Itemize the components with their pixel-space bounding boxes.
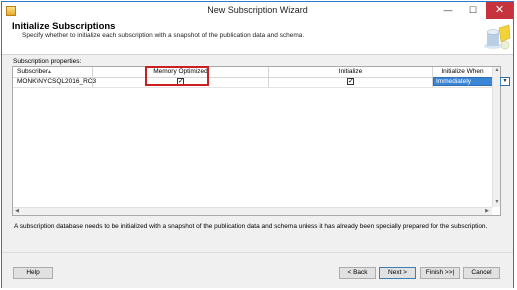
wizard-header: Initialize Subscriptions Specify whether… (2, 20, 513, 55)
scroll-right-icon[interactable]: ▶ (483, 208, 491, 215)
memory-optimized-cell: ✓ (93, 77, 269, 87)
wizard-footer: Help < Back Next > Finish >>| Cancel (2, 252, 513, 288)
table-row: MONK\NYCSQL2016_RC3 ✓ ✓ Immediately ▼ (13, 77, 510, 88)
maximize-button[interactable]: ☐ (461, 2, 485, 19)
page-title: Initialize Subscriptions (12, 21, 116, 32)
title-bar: New Subscription Wizard — ☐ ✕ (2, 2, 513, 20)
subscription-properties-label: Subscription properties: (13, 58, 82, 65)
column-header-initialize-when[interactable]: Initialize When (433, 67, 492, 77)
wizard-window: New Subscription Wizard — ☐ ✕ Initialize… (1, 1, 514, 288)
next-button[interactable]: Next > (379, 267, 416, 279)
chevron-down-icon[interactable]: ▼ (501, 78, 509, 85)
scroll-up-icon[interactable]: ▲ (493, 67, 501, 73)
back-button[interactable]: < Back (339, 267, 376, 279)
vertical-scrollbar[interactable]: ▲ ▼ (492, 67, 500, 207)
close-button[interactable]: ✕ (486, 2, 513, 19)
horizontal-scrollbar[interactable]: ◀ ▶ (13, 207, 492, 215)
column-header-memory-optimized[interactable]: Memory Optimized (93, 67, 269, 77)
help-button[interactable]: Help (13, 267, 53, 279)
initialization-note: A subscription database needs to be init… (14, 223, 488, 230)
scroll-left-icon[interactable]: ◀ (13, 208, 21, 215)
scroll-down-icon[interactable]: ▼ (493, 199, 501, 205)
checkmark-icon: ✓ (178, 78, 184, 85)
checkmark-icon: ✓ (348, 78, 354, 85)
subscriber-cell: MONK\NYCSQL2016_RC3 (13, 77, 96, 87)
database-wizard-graphic (484, 24, 511, 50)
column-header-initialize[interactable]: Initialize (269, 67, 433, 77)
column-header-subscriber-label: Subscriber (17, 68, 49, 75)
finish-button[interactable]: Finish >>| (420, 267, 460, 279)
subscription-properties-grid: Subscriber ▲ Memory Optimized Initialize… (12, 66, 510, 216)
page-subtitle: Specify whether to initialize each subsc… (22, 32, 305, 39)
sort-ascending-icon: ▲ (47, 69, 52, 75)
memory-optimized-checkbox[interactable]: ✓ (177, 78, 184, 85)
cancel-button[interactable]: Cancel (463, 267, 500, 279)
minimize-button[interactable]: — (436, 2, 460, 19)
column-header-subscriber[interactable]: Subscriber ▲ (13, 67, 93, 77)
initialize-when-value: Immediately (436, 78, 472, 85)
initialize-cell: ✓ (269, 77, 433, 87)
initialize-checkbox[interactable]: ✓ (347, 78, 354, 85)
